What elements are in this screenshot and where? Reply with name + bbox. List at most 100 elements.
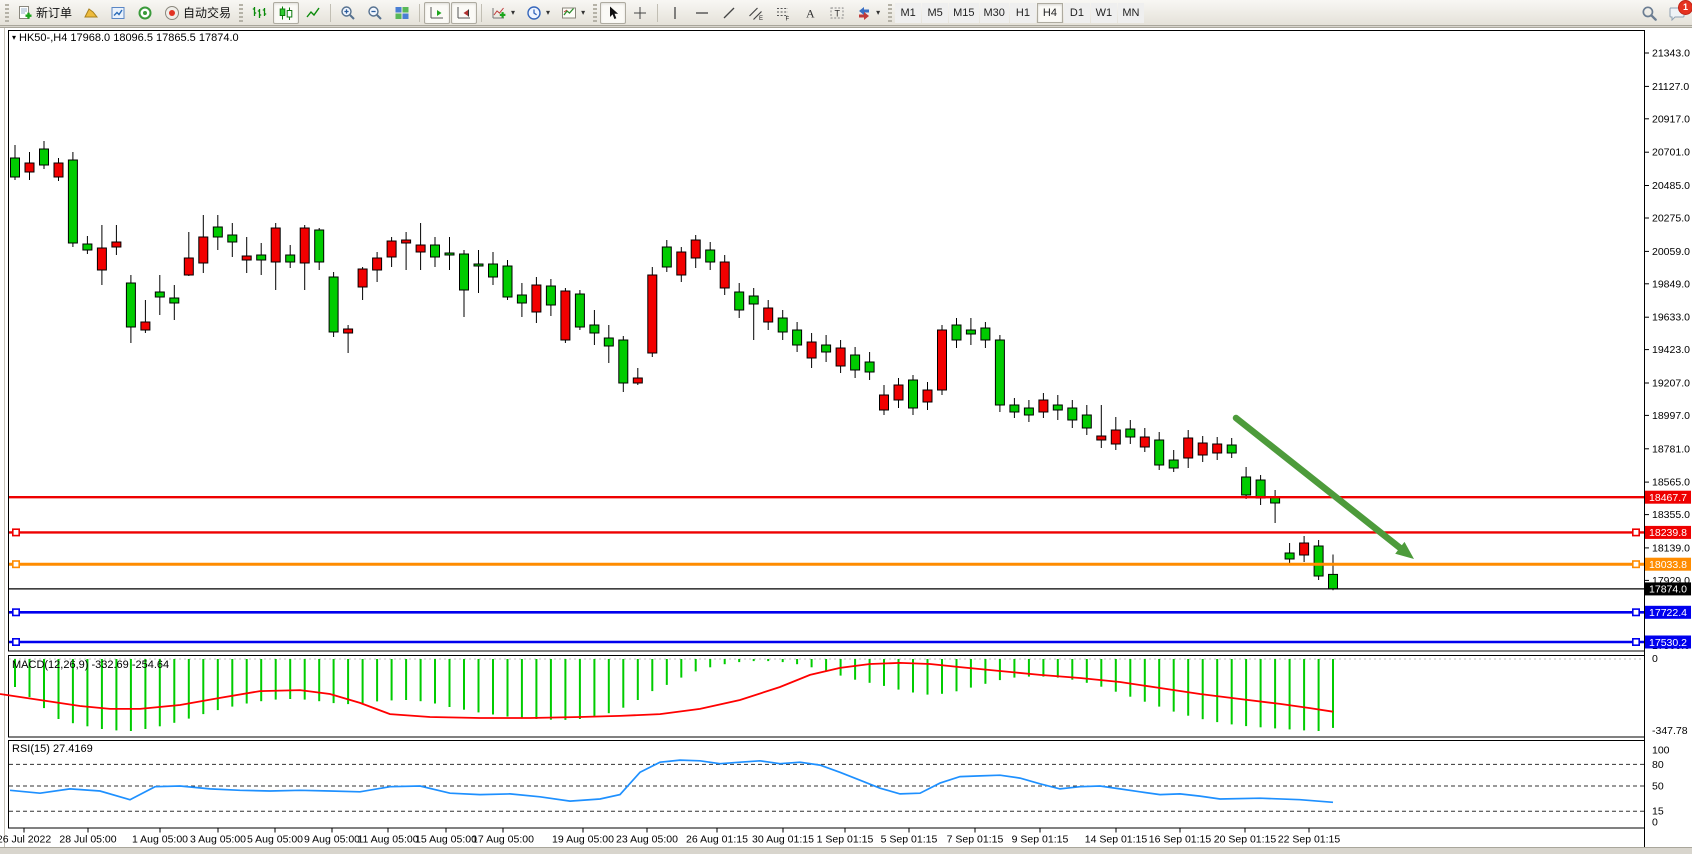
search-icon[interactable] [1641, 5, 1658, 22]
candle-body [344, 329, 353, 333]
market-watch-button[interactable] [105, 2, 131, 24]
candle-body [329, 277, 338, 332]
label-tool-button[interactable]: T [824, 2, 850, 24]
price-tick-label: 18565.0 [1652, 477, 1690, 489]
profiles-button[interactable] [78, 2, 104, 24]
toolbar-grip [593, 4, 597, 22]
templates-button[interactable]: ▾ [556, 2, 590, 24]
macd-bar [275, 659, 277, 700]
macd-bar [651, 659, 653, 691]
templates-dropdown-caret: ▾ [581, 8, 585, 17]
macd-bar [434, 659, 436, 704]
macd-bar [1158, 659, 1160, 707]
cursor-tool-button[interactable] [600, 2, 626, 24]
candle-body [54, 163, 63, 177]
toolbar-separator [657, 4, 658, 22]
candle-body [981, 328, 990, 340]
text-icon: A [802, 5, 818, 21]
fibonacci-icon: F [775, 5, 791, 21]
macd-bar [666, 659, 668, 685]
candle-body [1300, 543, 1309, 555]
line-handle[interactable] [1633, 609, 1639, 615]
macd-bar [1216, 659, 1218, 722]
candle-body [170, 298, 179, 303]
timeframe-m30[interactable]: M30 [980, 3, 1009, 23]
candle-body [604, 338, 613, 346]
svg-text:A: A [806, 6, 815, 20]
zoom-out-button[interactable] [362, 2, 388, 24]
line-handle[interactable] [13, 609, 19, 615]
line-handle[interactable] [13, 529, 19, 535]
signals-button[interactable] [132, 2, 158, 24]
zoom-in-button[interactable] [335, 2, 361, 24]
candle-body [1169, 460, 1178, 468]
line-chart-button[interactable] [300, 2, 326, 24]
chart-canvas[interactable]: 21343.021127.020917.020701.020485.020275… [0, 0, 1692, 854]
candle-body [561, 291, 570, 340]
chart-background[interactable] [0, 27, 1692, 848]
macd-bar [593, 659, 595, 717]
timeframe-w1[interactable]: W1 [1091, 3, 1117, 23]
macd-bar [333, 659, 335, 703]
candle-body [938, 330, 947, 390]
horizontal-line-tool-button[interactable] [689, 2, 715, 24]
chart-title: ▾HK50-,H4 17968.0 18096.5 17865.5 17874.… [12, 32, 239, 44]
chart-menu-icon[interactable]: ▾ [12, 33, 16, 42]
candle-body [286, 255, 295, 262]
candle-body [532, 285, 541, 312]
candle-body [141, 322, 150, 330]
candle-body [1039, 400, 1048, 412]
candlestick-chart-icon [278, 5, 294, 21]
price-tick-label: 18781.0 [1652, 443, 1690, 455]
line-handle[interactable] [1633, 639, 1639, 645]
candle-body [590, 325, 599, 333]
auto-trading-button[interactable]: 自动交易 [159, 2, 236, 24]
trendline-tool-button[interactable] [716, 2, 742, 24]
timeframe-m5[interactable]: M5 [922, 3, 948, 23]
timeframe-h4[interactable]: H4 [1037, 3, 1063, 23]
candle-body [735, 292, 744, 310]
vertical-line-tool-button[interactable] [662, 2, 688, 24]
arrows-tool-button[interactable]: ▾ [851, 2, 885, 24]
periods-button[interactable]: ▾ [521, 2, 555, 24]
line-handle[interactable] [13, 639, 19, 645]
timeframe-m1[interactable]: M1 [895, 3, 921, 23]
macd-bar [637, 659, 639, 700]
bar-chart-button[interactable] [246, 2, 272, 24]
macd-bar [941, 659, 943, 694]
candle-body [662, 247, 671, 267]
new-order-button[interactable]: 新订单 [12, 2, 77, 24]
chart-shift-button[interactable] [451, 2, 477, 24]
timeframe-h1[interactable]: H1 [1010, 3, 1036, 23]
notifications-button[interactable]: 1 [1668, 5, 1686, 21]
line-handle[interactable] [1633, 529, 1639, 535]
macd-bar [478, 659, 480, 712]
line-handle[interactable] [1633, 561, 1639, 567]
timeframe-mn[interactable]: MN [1118, 3, 1144, 23]
chart-open: 17968.0 [70, 32, 110, 44]
candle-body [431, 245, 440, 257]
candle-body [242, 256, 251, 260]
rsi-label: RSI(15) 27.4169 [12, 743, 93, 755]
candle-body [865, 362, 874, 372]
macd-bar [1173, 659, 1175, 712]
tile-windows-button[interactable] [389, 2, 415, 24]
timeframe-d1[interactable]: D1 [1064, 3, 1090, 23]
text-tool-button[interactable]: A [797, 2, 823, 24]
indicators-button[interactable]: ▾ [486, 2, 520, 24]
auto-scroll-button[interactable] [424, 2, 450, 24]
rsi-scale-label: 100 [1652, 745, 1670, 757]
channel-tool-button[interactable]: E [743, 2, 769, 24]
macd-bar [550, 659, 552, 720]
crosshair-tool-button[interactable] [627, 2, 653, 24]
macd-bar [767, 659, 769, 661]
fibonacci-tool-button[interactable]: F [770, 2, 796, 24]
line-handle[interactable] [13, 561, 19, 567]
macd-bar [521, 659, 523, 718]
price-level-label: 17530.2 [1649, 637, 1687, 649]
price-tick-label: 20275.0 [1652, 213, 1690, 225]
date-tick-label: 19 Aug 05:00 [552, 834, 614, 846]
signals-icon [137, 5, 153, 21]
candlestick-chart-button[interactable] [273, 2, 299, 24]
timeframe-m15[interactable]: M15 [949, 3, 978, 23]
